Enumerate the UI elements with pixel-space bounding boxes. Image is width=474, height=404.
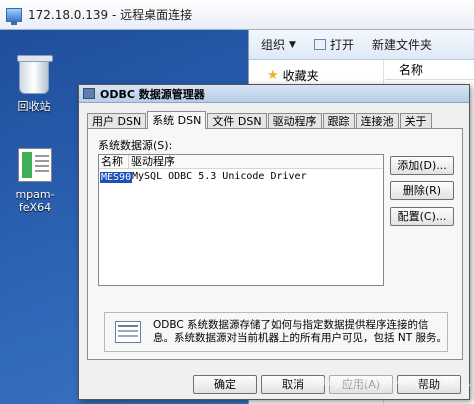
remove-button[interactable]: 删除(R)	[390, 181, 454, 200]
system-dsn-list[interactable]: 名称 驱动程序 MES90 MySQL ODBC 5.3 Unicode Dri…	[98, 154, 384, 286]
add-button[interactable]: 添加(D)...	[390, 156, 454, 175]
column-header-name[interactable]: 名称	[385, 60, 474, 80]
list-header: 名称 驱动程序	[99, 155, 383, 169]
remote-desktop-title: 172.18.0.139 - 远程桌面连接	[28, 8, 193, 22]
tab-connection-pooling[interactable]: 连接池	[355, 113, 399, 129]
odbc-dialog: ODBC 数据源管理器 用户 DSN 系统 DSN 文件 DSN 驱动程序 跟踪…	[78, 84, 470, 400]
desktop-icon-label: mpam-feX64	[15, 188, 55, 214]
monitor-icon	[6, 7, 22, 25]
tab-drivers[interactable]: 驱动程序	[267, 113, 322, 129]
remote-desktop-titlebar: 172.18.0.139 - 远程桌面连接	[0, 0, 474, 30]
info-box: ODBC 系统数据源存储了如何与指定数据提供程序连接的信息。系统数据源对当前机器…	[104, 312, 448, 352]
column-header-name[interactable]: 名称	[99, 155, 129, 168]
table-row[interactable]: MES90 MySQL ODBC 5.3 Unicode Driver	[99, 170, 383, 184]
app-icon	[18, 148, 52, 182]
column-header-driver[interactable]: 驱动程序	[129, 155, 383, 168]
section-label: 系统数据源(S):	[98, 139, 173, 152]
odbc-icon	[83, 88, 95, 99]
organize-button[interactable]: 组织 ▼	[261, 36, 296, 53]
tab-system-dsn[interactable]: 系统 DSN	[147, 111, 207, 129]
watermark: https://blog.csdn.net/weixin_43...	[268, 378, 473, 389]
tab-panel-system-dsn: 系统数据源(S): 名称 驱动程序 MES90 MySQL ODBC 5.3 U…	[87, 128, 463, 360]
info-text: ODBC 系统数据源存储了如何与指定数据提供程序连接的信息。系统数据源对当前机器…	[153, 319, 447, 344]
recycle-bin-icon	[17, 55, 53, 94]
dsn-driver-cell: MySQL ODBC 5.3 Unicode Driver	[132, 171, 307, 182]
tab-strip: 用户 DSN 系统 DSN 文件 DSN 驱动程序 跟踪 连接池 关于	[87, 111, 433, 129]
nav-item-favorites[interactable]: ★ 收藏夹	[249, 66, 383, 84]
ok-button[interactable]: 确定	[193, 375, 257, 394]
chevron-down-icon: ▼	[289, 39, 296, 50]
data-source-icon	[115, 321, 141, 343]
configure-button[interactable]: 配置(C)...	[390, 207, 454, 226]
tab-about[interactable]: 关于	[399, 113, 432, 129]
desktop-icon-mpam[interactable]: mpam-feX64	[4, 148, 66, 214]
dsn-name-cell: MES90	[100, 172, 133, 183]
tab-tracing[interactable]: 跟踪	[322, 113, 355, 129]
tab-user-dsn[interactable]: 用户 DSN	[87, 113, 147, 129]
desktop-icon-recycle-bin[interactable]: 回收站	[10, 55, 58, 114]
explorer-toolbar: 组织 ▼ 打开 新建文件夹	[249, 30, 474, 60]
star-icon: ★	[267, 67, 279, 83]
dialog-title: ODBC 数据源管理器	[100, 87, 205, 101]
dialog-titlebar: ODBC 数据源管理器	[79, 85, 469, 103]
open-icon	[313, 39, 326, 50]
desktop-icon-label: 回收站	[17, 100, 51, 113]
open-button[interactable]: 打开	[313, 36, 354, 53]
new-folder-button[interactable]: 新建文件夹	[372, 36, 432, 53]
tab-file-dsn[interactable]: 文件 DSN	[207, 113, 267, 129]
